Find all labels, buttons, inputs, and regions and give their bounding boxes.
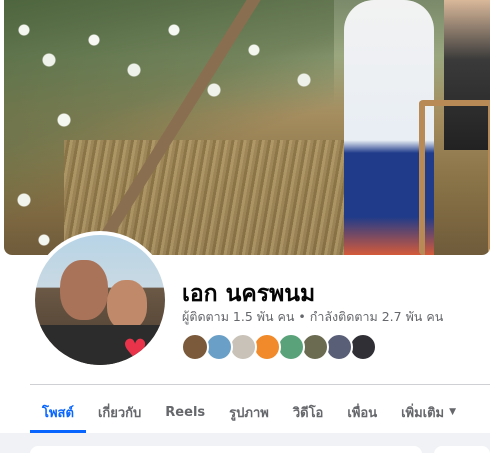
content-card-right [434, 446, 490, 456]
tab-posts[interactable]: โพสต์ [30, 392, 86, 433]
divider [30, 384, 490, 385]
friend-avatars [181, 333, 377, 361]
friend-avatar[interactable] [301, 333, 329, 361]
friend-avatar[interactable] [253, 333, 281, 361]
tab-label: รูปภาพ [229, 405, 269, 421]
content-card-left [30, 446, 422, 456]
profile-tabs: โพสต์ เกี่ยวกับ Reels รูปภาพ วิดีโอ เพื่… [30, 392, 468, 433]
tab-label: โพสต์ [42, 405, 74, 421]
tab-videos[interactable]: วิดีโอ [281, 392, 336, 432]
tab-label: เพื่อน [347, 405, 378, 421]
caret-down-icon: ▼ [449, 407, 457, 417]
avatar-face-adult [60, 260, 108, 320]
avatar-face-child [107, 280, 147, 330]
tab-photos[interactable]: รูปภาพ [217, 392, 281, 432]
profile-picture[interactable]: ♥ [31, 231, 169, 369]
following-link[interactable]: กำลังติดตาม 2.7 พัน คน [310, 309, 443, 324]
heart-icon: ♥ [122, 333, 148, 365]
friend-avatar[interactable] [229, 333, 257, 361]
cover-photo[interactable] [4, 0, 490, 255]
avatar: ♥ [35, 235, 165, 365]
friend-avatar[interactable] [325, 333, 353, 361]
tab-label: เกี่ยวกับ [97, 405, 142, 421]
separator-dot: • [298, 309, 306, 324]
friend-avatar[interactable] [277, 333, 305, 361]
followers-link[interactable]: ผู้ติดตาม 1.5 พัน คน [182, 309, 294, 324]
friend-avatar[interactable] [181, 333, 209, 361]
tab-more[interactable]: เพิ่มเติม ▼ [389, 392, 468, 432]
follow-stats: ผู้ติดตาม 1.5 พัน คน • กำลังติดตาม 2.7 พ… [182, 307, 443, 327]
tab-label: เพิ่มเติม [401, 405, 445, 421]
tab-friends[interactable]: เพื่อน [335, 392, 389, 432]
friend-avatar[interactable] [349, 333, 377, 361]
tab-label: วิดีโอ [292, 405, 324, 421]
cover-chair [419, 100, 490, 255]
tab-about[interactable]: เกี่ยวกับ [86, 392, 153, 432]
tab-reels[interactable]: Reels [153, 392, 217, 432]
friend-avatar[interactable] [205, 333, 233, 361]
tab-label: Reels [165, 404, 206, 420]
